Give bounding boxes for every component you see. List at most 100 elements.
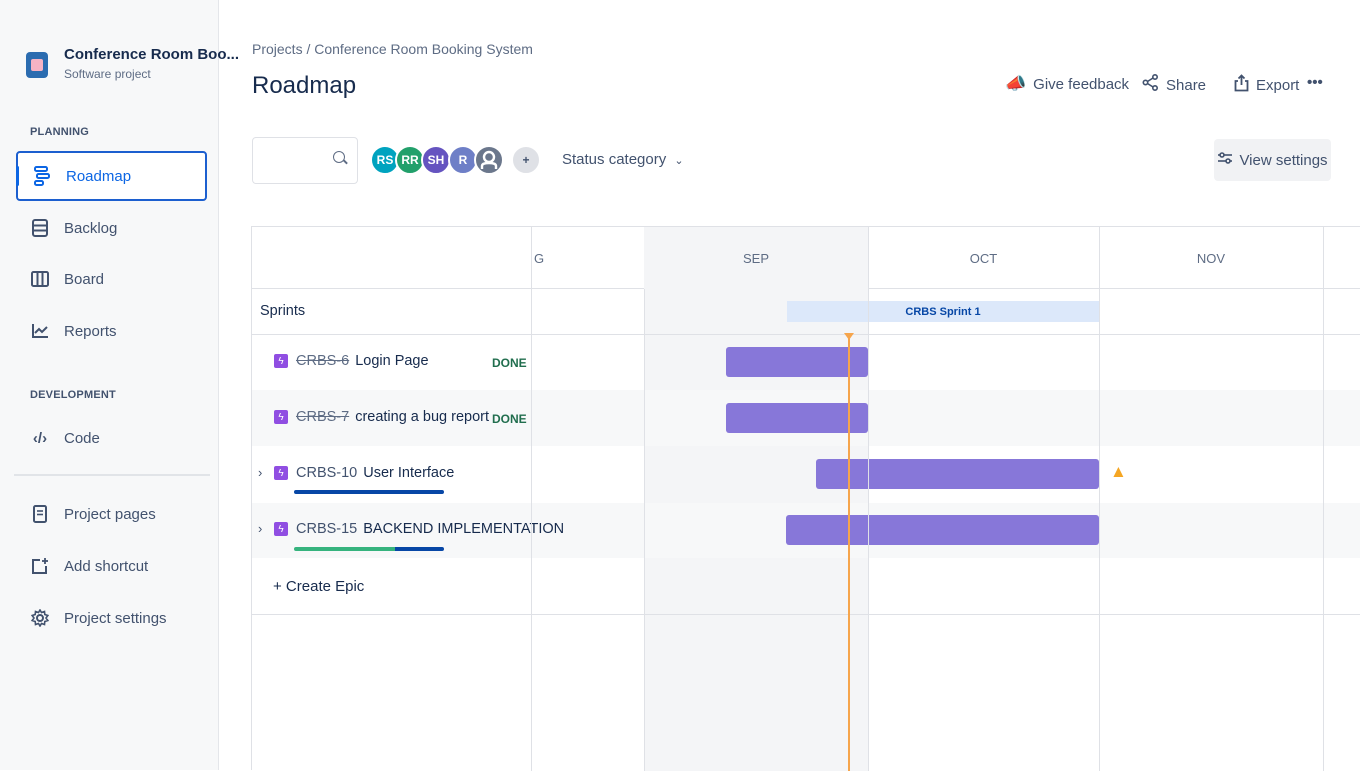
project-name: Conference Room Boo... (64, 46, 240, 63)
sidebar: Conference Room Boo... Software project … (0, 0, 239, 770)
epic-title: creating a bug report (355, 409, 489, 425)
code-icon: ‹/› (32, 429, 48, 447)
add-people-button[interactable]: + (511, 145, 541, 175)
epic-bar[interactable] (786, 515, 1099, 545)
sidebar-item-project-pages[interactable]: Project pages (16, 489, 207, 539)
today-marker-cap (844, 333, 854, 340)
give-feedback-label: Give feedback (1033, 75, 1130, 93)
epic-key: CRBS-6 (296, 353, 350, 369)
sidebar-item-label: Reports (64, 322, 117, 340)
more-actions-button[interactable]: ••• (1307, 74, 1323, 91)
sidebar-item-roadmap[interactable]: Roadmap (16, 151, 207, 201)
status-badge: DONE (492, 356, 527, 370)
grid-line (644, 227, 645, 771)
progress-bar-done (294, 547, 395, 551)
grid-line (1323, 227, 1324, 771)
status-category-dropdown[interactable]: Status category ⌄ (562, 151, 684, 168)
epic-key: CRBS-7 (296, 409, 350, 425)
roadmap-icon (32, 166, 52, 186)
sidebar-item-label: Board (64, 270, 105, 288)
avatar[interactable] (474, 145, 504, 175)
epic-label: ϟ CRBS-15 BACKEND IMPLEMENTATION (274, 521, 564, 537)
epic-icon: ϟ (274, 466, 288, 480)
epic-label: ϟ CRBS-7 creating a bug report (274, 409, 489, 425)
sidebar-item-add-shortcut[interactable]: Add shortcut (16, 541, 207, 591)
month-header: G SEP OCT NOV (252, 227, 1360, 289)
epic-bar[interactable] (816, 459, 1099, 489)
sidebar-item-project-settings[interactable]: Project settings (16, 593, 207, 643)
breadcrumb[interactable]: Projects / Conference Room Booking Syste… (252, 41, 533, 57)
grid-line (1099, 227, 1100, 771)
grid-line (531, 227, 532, 771)
view-settings-button[interactable]: View settings (1214, 139, 1331, 181)
progress-bar-remaining (395, 547, 444, 551)
backlog-icon (30, 218, 50, 238)
megaphone-icon: 📣 (1005, 74, 1027, 93)
table-row[interactable]: ϟ CRBS-7 creating a bug report DONE (252, 390, 1360, 446)
table-row[interactable]: ϟ CRBS-6 Login Page DONE (252, 335, 1360, 390)
epic-title: User Interface (363, 465, 455, 481)
share-icon (1142, 73, 1159, 96)
gear-icon (30, 608, 50, 628)
project-header[interactable]: Conference Room Boo... Software project (26, 46, 239, 81)
search-icon (333, 151, 345, 163)
epic-bar[interactable] (726, 403, 868, 433)
share-button[interactable]: Share (1142, 73, 1207, 96)
export-icon (1234, 74, 1249, 97)
epic-icon: ϟ (274, 410, 288, 424)
month-label: G (533, 250, 545, 266)
sidebar-item-backlog[interactable]: Backlog (16, 203, 207, 253)
chevron-down-icon: ⌄ (674, 155, 684, 167)
epic-icon: ϟ (274, 354, 288, 368)
sidebar-item-label: Code (64, 429, 100, 447)
share-label: Share (1166, 76, 1207, 94)
status-category-label: Status category (562, 151, 667, 168)
today-marker (848, 333, 850, 771)
page-title: Roadmap (252, 72, 357, 99)
sidebar-item-label: Backlog (64, 219, 118, 237)
sidebar-item-code[interactable]: ‹/› Code (16, 413, 207, 463)
month-label: NOV (1196, 250, 1226, 266)
status-badge: DONE (492, 412, 527, 426)
sidebar-item-reports[interactable]: Reports (16, 306, 207, 356)
chevron-right-icon[interactable]: › (258, 521, 262, 536)
sidebar-item-label: Roadmap (66, 167, 132, 185)
sliders-icon (1217, 151, 1233, 169)
project-type: Software project (64, 67, 151, 81)
sprints-label: Sprints (260, 303, 306, 319)
sidebar-item-label: Add shortcut (64, 557, 149, 575)
avatar[interactable]: SH (421, 145, 451, 175)
document-icon (30, 504, 50, 524)
sidebar-item-board[interactable]: Board (16, 254, 207, 304)
sidebar-divider (14, 474, 210, 476)
give-feedback-button[interactable]: 📣 Give feedback (1005, 74, 1129, 94)
board-icon (30, 269, 50, 289)
project-avatar (26, 52, 48, 78)
add-person-icon: + (522, 153, 530, 167)
grid-line (868, 227, 869, 771)
warning-icon[interactable]: ▲ (1110, 462, 1127, 482)
roadmap-timeline: Sprints CRBS Sprint 1 ϟ CRBS-6 Login Pag… (251, 226, 1360, 771)
chevron-right-icon[interactable]: › (258, 465, 262, 480)
create-epic-row: + Create Epic (252, 558, 1360, 615)
export-button[interactable]: Export (1234, 74, 1299, 97)
table-row[interactable]: › ϟ CRBS-15 BACKEND IMPLEMENTATION (252, 503, 1360, 558)
create-epic-button[interactable]: + Create Epic (273, 578, 364, 595)
sprint-bar[interactable]: CRBS Sprint 1 (787, 301, 1099, 322)
epic-icon: ϟ (274, 522, 288, 536)
month-label: OCT (969, 250, 998, 266)
sidebar-item-label: Project settings (64, 609, 167, 627)
sidebar-item-label: Project pages (64, 505, 156, 523)
progress-bar (294, 490, 444, 494)
epic-label: ϟ CRBS-10 User Interface (274, 465, 454, 481)
epic-bar[interactable] (726, 347, 868, 377)
epic-title: Login Page (355, 353, 429, 369)
view-settings-label: View settings (1239, 151, 1328, 169)
epic-key: CRBS-15 (296, 521, 358, 537)
table-row[interactable]: › ϟ CRBS-10 User Interface ▲ (252, 446, 1360, 503)
user-icon (480, 150, 498, 169)
month-label: SEP (644, 227, 868, 289)
planning-section-title: PLANNING (30, 126, 90, 138)
epic-title: BACKEND IMPLEMENTATION (363, 521, 565, 537)
search-input[interactable] (252, 137, 358, 184)
